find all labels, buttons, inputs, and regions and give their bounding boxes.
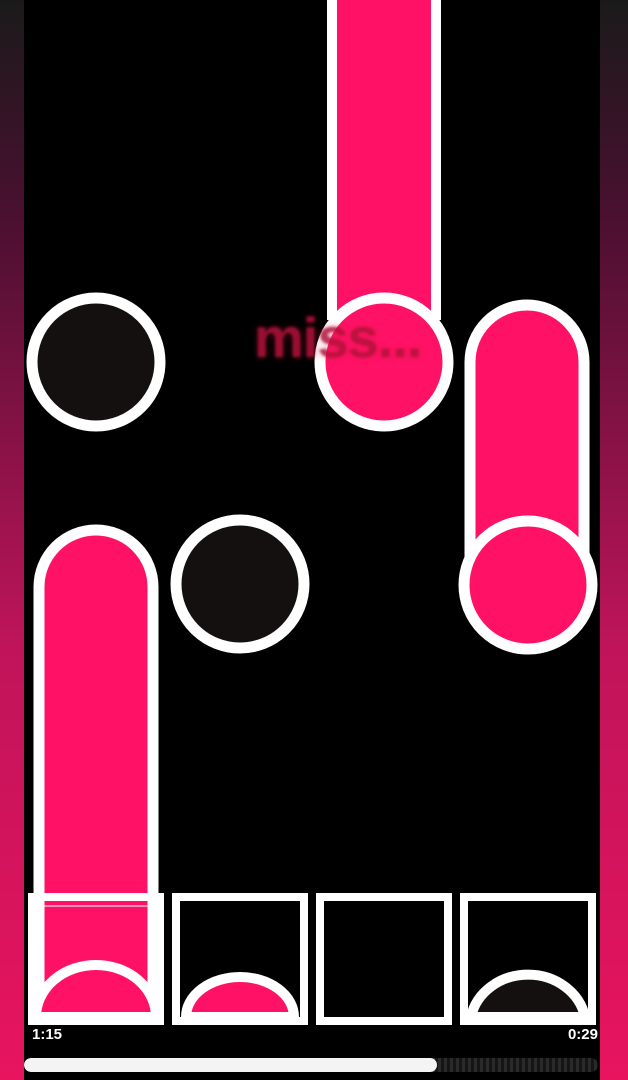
hit-box-lane-3[interactable]	[316, 893, 452, 1025]
playfield[interactable]: miss...	[24, 0, 600, 1080]
hit-box-lane-2[interactable]	[172, 893, 308, 1025]
hit-box-lane-4[interactable]	[460, 893, 596, 1025]
tap-note-empty-lane-1[interactable]	[26, 292, 166, 432]
elapsed-time: 1:15	[32, 1026, 63, 1043]
hold-note-body	[337, 0, 431, 320]
miss-feedback-text: miss...	[254, 306, 422, 369]
hit-box-frame	[316, 893, 452, 1025]
song-progress-fill	[24, 1058, 437, 1072]
hit-arc-dark	[464, 969, 592, 1022]
song-progress-bar[interactable]	[24, 1058, 598, 1072]
right-side-bar	[600, 0, 628, 1080]
game-canvas	[26, 0, 598, 1025]
hold-note-lane-4[interactable]	[458, 299, 598, 655]
left-side-bar	[0, 0, 24, 1080]
remaining-time: 0:29	[567, 1026, 598, 1043]
hold-note-lane-1[interactable]	[33, 524, 159, 1021]
hit-arc-pink	[180, 972, 300, 1022]
hold-note-head	[458, 515, 598, 655]
tap-note-empty-lane-2[interactable]	[170, 514, 310, 654]
hold-note-body	[33, 524, 159, 1021]
